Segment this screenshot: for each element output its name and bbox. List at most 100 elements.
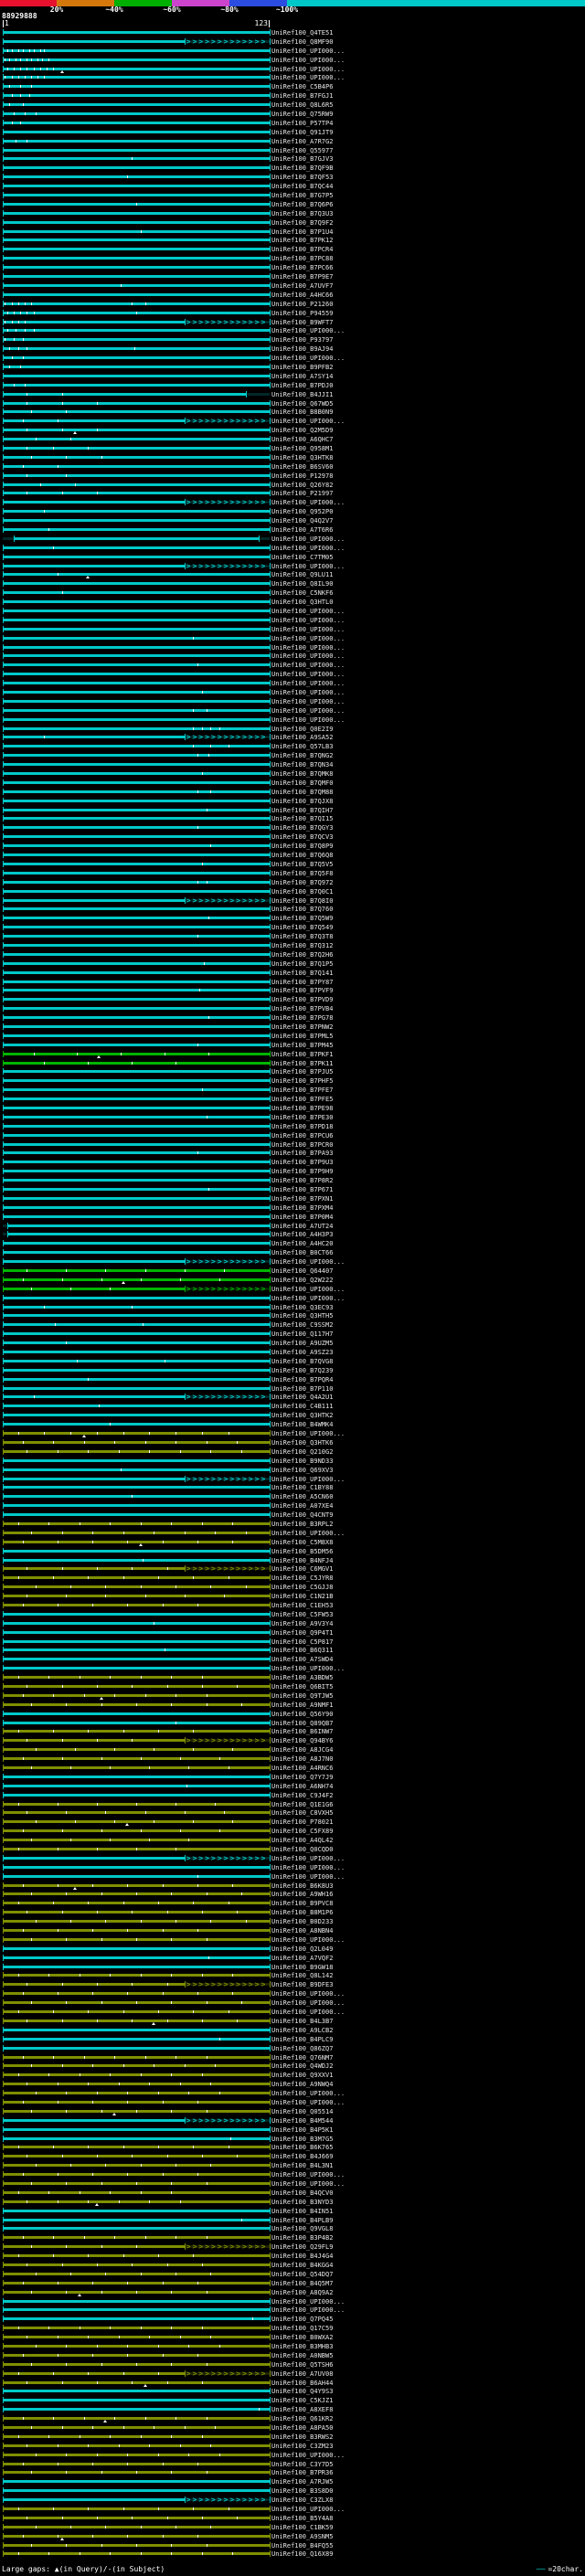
- hit-accession-link[interactable]: UniRef100_B4FQ55: [271, 2542, 333, 2549]
- hit-accession-link[interactable]: UniRef100_P21997: [271, 490, 333, 497]
- hit-accession-link[interactable]: UniRef100_B7P671: [271, 1186, 333, 1193]
- alignment-bar[interactable]: [3, 1504, 270, 1508]
- alignment-bar[interactable]: [3, 347, 270, 351]
- alignment-bar[interactable]: [3, 1016, 270, 1020]
- hit-accession-link[interactable]: UniRef100_B4P5K1: [271, 2126, 333, 2134]
- alignment-bar[interactable]: [3, 2037, 270, 2041]
- hit-accession-link[interactable]: UniRef100_Q8MF90: [271, 38, 333, 46]
- hit-accession-link[interactable]: UniRef100_C5FW53: [271, 1611, 333, 1618]
- alignment-bar[interactable]: [3, 1115, 270, 1118]
- alignment-bar[interactable]: [3, 745, 270, 748]
- hit-accession-link[interactable]: UniRef100_B7PXN1: [271, 1195, 333, 1203]
- hit-accession-link[interactable]: UniRef100_Q7PQ45: [271, 2316, 333, 2323]
- hit-accession-link[interactable]: UniRef100_B8M1P6: [271, 1909, 333, 1916]
- alignment-bar[interactable]: [3, 2462, 270, 2465]
- hit-accession-link[interactable]: UniRef100_Q0E2I9: [271, 726, 333, 733]
- hit-accession-link[interactable]: UniRef100_A8NBN4: [271, 1927, 333, 1935]
- hit-accession-link[interactable]: UniRef100_B7QN34: [271, 761, 333, 769]
- alignment-bar[interactable]: [3, 961, 270, 965]
- alignment-bar[interactable]: [3, 862, 270, 865]
- hit-accession-link[interactable]: UniRef100_B7PHF5: [271, 1077, 333, 1085]
- hit-accession-link[interactable]: UniRef100_B7PC88: [271, 255, 333, 262]
- hit-accession-link[interactable]: UniRef100_B7Q760: [271, 906, 333, 913]
- alignment-bar[interactable]: [3, 1196, 270, 1200]
- hit-accession-link[interactable]: UniRef100_Q3HTK8: [271, 454, 333, 461]
- alignment-bar[interactable]: [3, 627, 270, 631]
- hit-accession-link[interactable]: UniRef100_C5JYR8: [271, 1574, 333, 1582]
- hit-accession-link[interactable]: UniRef100_B7Q239: [271, 1367, 333, 1374]
- alignment-bar[interactable]: [3, 283, 270, 287]
- hit-accession-link[interactable]: UniRef100_B4KGG4: [271, 2262, 333, 2269]
- alignment-bar[interactable]: [3, 546, 270, 549]
- hit-accession-link[interactable]: UniRef100_UPI000...: [271, 74, 345, 81]
- hit-accession-link[interactable]: UniRef100_C5NKF6: [271, 589, 333, 597]
- hit-accession-link[interactable]: UniRef100_B6K8U3: [271, 1882, 333, 1890]
- alignment-bar[interactable]: [3, 2236, 270, 2240]
- hit-accession-link[interactable]: UniRef100_UPI000...: [271, 1936, 345, 1944]
- alignment-bar[interactable]: [3, 2353, 270, 2357]
- hit-accession-link[interactable]: UniRef100_Q9XXV1: [271, 2072, 333, 2079]
- alignment-bar[interactable]: [3, 94, 270, 98]
- hit-accession-link[interactable]: UniRef100_A5CN60: [271, 1493, 333, 1500]
- alignment-bar[interactable]: [3, 1549, 270, 1553]
- hit-accession-link[interactable]: UniRef100_B7PK11: [271, 1060, 333, 1067]
- hit-accession-link[interactable]: UniRef100_B7PG78: [271, 1014, 333, 1022]
- hit-accession-link[interactable]: UniRef100_B6INW7: [271, 1728, 333, 1735]
- hit-accession-link[interactable]: UniRef100_A9SA52: [271, 734, 333, 741]
- alignment-bar[interactable]: [3, 1874, 270, 1878]
- alignment-bar[interactable]: [3, 1377, 270, 1381]
- alignment-bar[interactable]: [3, 1423, 270, 1426]
- alignment-bar[interactable]: [3, 817, 270, 821]
- hit-accession-link[interactable]: UniRef100_B7PM45: [271, 1042, 333, 1049]
- alignment-bar[interactable]: [3, 2390, 270, 2393]
- hit-accession-link[interactable]: UniRef100_Q64407: [271, 1267, 333, 1275]
- hit-accession-link[interactable]: UniRef100_Q56Y90: [271, 1711, 333, 1718]
- alignment-bar[interactable]: [3, 1829, 270, 1833]
- hit-accession-link[interactable]: UniRef100_B3P4B2: [271, 2234, 333, 2242]
- alignment-bar[interactable]: [3, 302, 270, 305]
- hit-accession-link[interactable]: UniRef100_P94559: [271, 310, 333, 317]
- alignment-bar[interactable]: [3, 907, 270, 911]
- hit-accession-link[interactable]: UniRef100_B7QVG8: [271, 1358, 333, 1365]
- alignment-bar[interactable]: [3, 1911, 270, 1914]
- alignment-bar[interactable]: [3, 2019, 270, 2022]
- hit-accession-link[interactable]: UniRef100_B0D233: [271, 1918, 333, 1925]
- hit-accession-link[interactable]: UniRef100_C5M8X8: [271, 1539, 333, 1546]
- hit-accession-link[interactable]: UniRef100_B3MHB3: [271, 2343, 333, 2350]
- alignment-bar[interactable]: [3, 1612, 270, 1616]
- hit-accession-link[interactable]: UniRef100_Q7Y7J9: [271, 1774, 333, 1781]
- hit-accession-link[interactable]: UniRef100_UPI000...: [271, 2009, 345, 2016]
- hit-accession-link[interactable]: UniRef100_A4HC66: [271, 292, 333, 299]
- hit-accession-link[interactable]: UniRef100_A6NH74: [271, 1783, 333, 1790]
- alignment-bar[interactable]: [3, 229, 270, 233]
- hit-accession-link[interactable]: UniRef100_Q6BIT5: [271, 1683, 333, 1691]
- hit-accession-link[interactable]: UniRef100_B3S8D0: [271, 2487, 333, 2495]
- hit-accession-link[interactable]: UniRef100_A07XE4: [271, 1502, 333, 1510]
- hit-accession-link[interactable]: UniRef100_UPI000...: [271, 2298, 345, 2306]
- hit-accession-link[interactable]: UniRef100_Q958M1: [271, 445, 333, 452]
- alignment-bar[interactable]: [3, 501, 185, 504]
- alignment-bar[interactable]: [3, 989, 270, 992]
- hit-accession-link[interactable]: UniRef100_UPI000...: [271, 2090, 345, 2097]
- hit-accession-link[interactable]: UniRef100_B4PLB9: [271, 2217, 333, 2224]
- hit-accession-link[interactable]: UniRef100_UPI000...: [271, 563, 345, 570]
- alignment-bar[interactable]: [3, 970, 270, 974]
- alignment-bar[interactable]: [3, 1314, 270, 1318]
- hit-accession-link[interactable]: UniRef100_B6SV60: [271, 463, 333, 471]
- alignment-bar[interactable]: [3, 1621, 270, 1625]
- alignment-bar[interactable]: [3, 356, 270, 360]
- alignment-bar[interactable]: [3, 2408, 270, 2412]
- hit-accession-link[interactable]: UniRef100_UPI000...: [271, 626, 345, 633]
- alignment-bar[interactable]: [3, 2443, 270, 2447]
- hit-accession-link[interactable]: UniRef100_B7Q8I0: [271, 897, 333, 905]
- alignment-bar[interactable]: [3, 2489, 270, 2493]
- hit-accession-link[interactable]: UniRef100_UPI000...: [271, 707, 345, 715]
- alignment-bar[interactable]: [3, 1974, 270, 1977]
- hit-accession-link[interactable]: UniRef100_B7QF53: [271, 174, 333, 181]
- hit-accession-link[interactable]: UniRef100_B7PDJ0: [271, 382, 333, 389]
- hit-accession-link[interactable]: UniRef100_A7SWD4: [271, 1656, 333, 1663]
- hit-accession-link[interactable]: UniRef100_B7QMF0: [271, 779, 333, 787]
- alignment-bar[interactable]: [3, 2525, 270, 2528]
- alignment-bar[interactable]: [3, 1043, 270, 1046]
- alignment-bar[interactable]: [3, 48, 270, 52]
